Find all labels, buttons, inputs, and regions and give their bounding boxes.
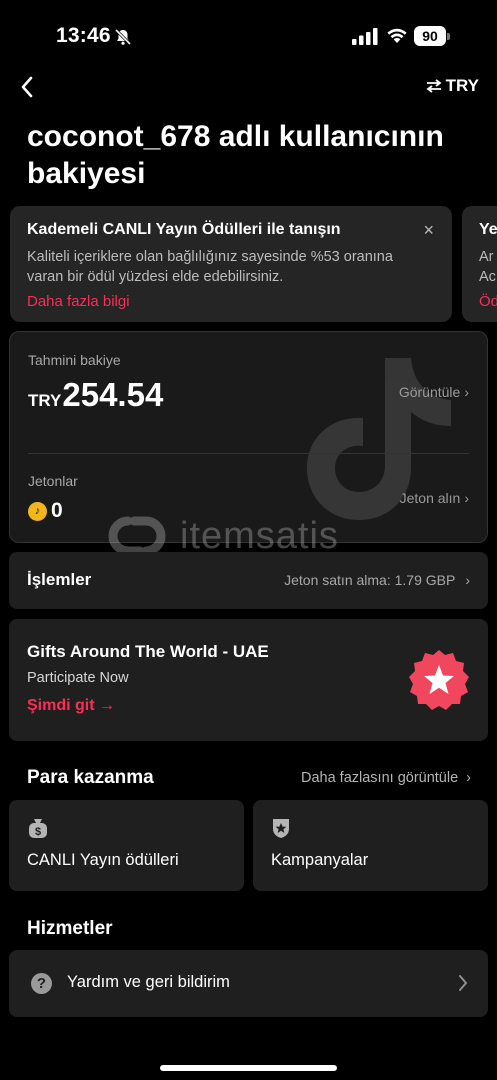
coins-value: 0 (51, 499, 63, 522)
battery-icon: 90 (414, 26, 450, 47)
event-go-now-link[interactable]: Şimdi git → (27, 697, 115, 715)
close-icon[interactable]: × (423, 220, 434, 241)
chevron-right-icon: › (465, 572, 470, 588)
promo-next-title: Ye (479, 221, 497, 238)
swap-arrows-icon (426, 79, 442, 93)
coins-label: Jetonlar (28, 473, 78, 489)
view-more-link[interactable]: Daha fazlasını görüntüle › (301, 770, 471, 786)
currency-switch-button[interactable]: TRY (426, 76, 479, 96)
chevron-right-icon (459, 975, 468, 991)
shield-star-icon (273, 819, 289, 838)
wifi-icon (387, 28, 407, 43)
help-feedback-row[interactable]: ? Yardım ve geri bildirim (9, 950, 488, 1017)
live-rewards-label: CANLI Yayın ödülleri (27, 851, 179, 869)
star-badge-icon (409, 650, 469, 710)
money-bag-icon: $ (29, 819, 47, 838)
estimated-balance-label: Tahmini bakiye (28, 352, 121, 368)
promo-next-text-2: Ac (479, 269, 496, 285)
svg-text:$: $ (35, 826, 41, 838)
view-balance-button[interactable]: Görüntüle › (399, 384, 469, 400)
balance-currency: TRY (28, 391, 62, 410)
status-time: 13:46 (56, 24, 111, 47)
event-subtitle: Participate Now (27, 670, 129, 686)
transactions-row[interactable]: İşlemler Jeton satın alma: 1.79 GBP › (9, 552, 488, 609)
promo-card-next[interactable]: Ye Ar Ac Öd (462, 206, 497, 322)
promo-learn-more-link[interactable]: Daha fazla bilgi (27, 293, 435, 310)
promo-next-link[interactable]: Öd (479, 293, 497, 310)
promo-title: Kademeli CANLI Yayın Ödülleri ile tanışı… (27, 221, 341, 238)
view-balance-label: Görüntüle (398, 384, 461, 400)
event-title: Gifts Around The World - UAE (27, 642, 269, 661)
page-title: coconot_678 adlı kullanıcının bakiyesi (27, 120, 444, 190)
event-banner[interactable]: Gifts Around The World - UAE Participate… (9, 619, 488, 741)
campaigns-card[interactable]: Kampanyalar (253, 800, 488, 891)
promo-carousel[interactable]: Kademeli CANLI Yayın Ödülleri ile tanışı… (10, 206, 497, 322)
chevron-right-icon: › (466, 770, 471, 786)
help-feedback-label: Yardım ve geri bildirim (67, 973, 230, 991)
services-section-title: Hizmetler (27, 918, 113, 939)
promo-text: Kaliteli içeriklere olan bağlılığınız sa… (27, 249, 393, 285)
bell-off-icon (114, 28, 132, 46)
back-button[interactable] (14, 74, 40, 100)
promo-next-text-1: Ar (479, 249, 494, 265)
balance-card: Tahmini bakiye TRY 254.54 Görüntüle › Jet… (9, 331, 488, 543)
live-rewards-card[interactable]: $ CANLI Yayın ödülleri (9, 800, 244, 891)
earn-section-title: Para kazanma (27, 767, 154, 788)
promo-card: Kademeli CANLI Yayın Ödülleri ile tanışı… (10, 206, 452, 322)
transactions-summary: Jeton satın alma: 1.79 GBP (284, 572, 456, 588)
coins-amount: ♪ 0 (28, 499, 63, 523)
currency-label: TRY (445, 76, 479, 95)
transactions-value: Jeton satın alma: 1.79 GBP › (284, 572, 470, 588)
home-indicator[interactable] (160, 1065, 337, 1071)
signal-icon (352, 28, 378, 45)
question-icon: ? (31, 973, 52, 994)
balance-value: 254.54 (62, 376, 164, 413)
status-bar: 13:46 90 (0, 0, 497, 72)
coin-icon: ♪ (28, 501, 47, 521)
get-coins-button[interactable]: Jeton alın › (400, 490, 469, 506)
campaigns-label: Kampanyalar (271, 851, 369, 869)
chevron-right-icon: › (464, 384, 469, 400)
view-more-label: Daha fazlasını görüntüle (300, 770, 459, 786)
chevron-left-icon (21, 76, 33, 98)
transactions-label: İşlemler (27, 570, 92, 589)
battery-level: 90 (414, 26, 446, 46)
balance-amount: TRY 254.54 (28, 376, 163, 414)
divider (28, 453, 469, 454)
get-coins-label: Jeton alın (399, 490, 461, 506)
top-nav: TRY (0, 70, 497, 104)
chevron-right-icon: › (464, 490, 469, 506)
